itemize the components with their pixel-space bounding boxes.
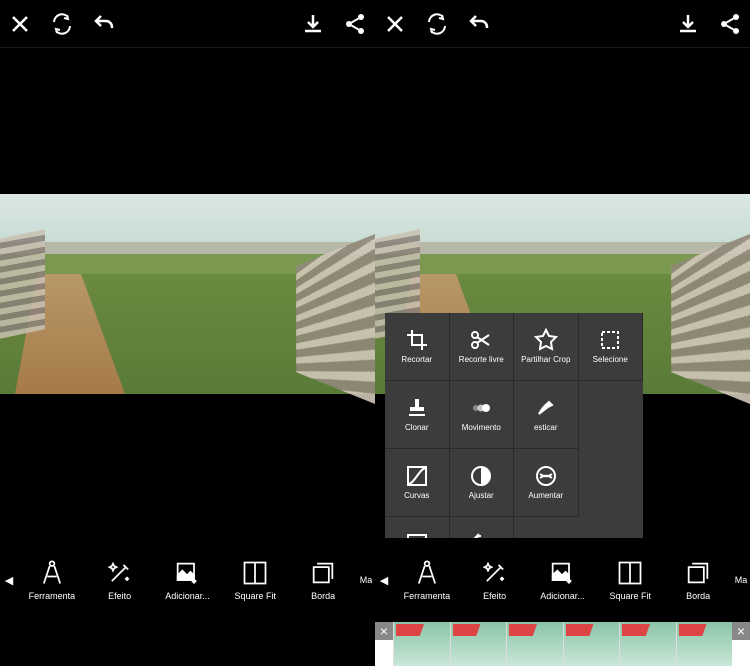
undo-icon[interactable] — [467, 12, 491, 36]
image-add-icon — [548, 559, 576, 587]
refresh-icon[interactable] — [50, 12, 74, 36]
ad-close-left-icon[interactable]: × — [375, 622, 393, 640]
image-add-icon — [173, 559, 201, 587]
scissors-icon — [469, 328, 493, 352]
wand-icon — [106, 559, 134, 587]
ad-close-right-icon[interactable]: × — [732, 622, 750, 640]
popup-recortar[interactable]: Recortar — [385, 313, 450, 381]
scroll-right-icon[interactable]: Ma — [357, 550, 375, 610]
scroll-left-icon[interactable]: ◀ — [375, 550, 393, 610]
popup-movimento[interactable]: Movimento — [450, 381, 515, 449]
topbar — [0, 0, 375, 48]
crop-icon — [405, 328, 429, 352]
popup-partilhar-crop[interactable]: Partilhar Crop — [514, 313, 579, 381]
select-icon — [598, 328, 622, 352]
square-fit-icon — [241, 559, 269, 587]
screen-right: Recortar Recorte livre Partilhar Crop Se… — [375, 0, 750, 622]
tool-adicionar[interactable]: Adicionar... — [532, 559, 592, 601]
flip-icon — [469, 532, 493, 538]
popup-recorte-livre[interactable]: Recorte livre — [450, 313, 515, 381]
close-icon[interactable] — [8, 12, 32, 36]
adjust-icon — [469, 464, 493, 488]
enhance-icon — [534, 464, 558, 488]
popup-inverter-girar[interactable]: Inverter / Girar — [450, 517, 515, 538]
wand-icon — [481, 559, 509, 587]
tool-borda[interactable]: Borda — [668, 559, 728, 601]
download-icon[interactable] — [676, 12, 700, 36]
curves-icon — [405, 464, 429, 488]
tools-popup: Recortar Recorte livre Partilhar Crop Se… — [385, 313, 643, 538]
popup-redimensionar[interactable]: Redimensionar — [385, 517, 450, 538]
resize-icon — [405, 532, 429, 538]
edited-photo — [0, 194, 375, 394]
popup-curvas[interactable]: Curvas — [385, 449, 450, 517]
tool-adicionar[interactable]: Adicionar... — [157, 559, 217, 601]
popup-clonar[interactable]: Clonar — [385, 381, 450, 449]
download-icon[interactable] — [301, 12, 325, 36]
tool-square-fit[interactable]: Square Fit — [225, 559, 285, 601]
tool-ferramenta[interactable]: Ferramenta — [397, 559, 457, 601]
bottom-toolbar: ◀ Ferramenta Efeito Adicionar... Square … — [375, 538, 750, 622]
bottom-toolbar: ◀ Ferramenta Efeito Adicionar... Square … — [0, 538, 375, 622]
popup-esticar[interactable]: esticar — [514, 381, 579, 449]
share-icon[interactable] — [718, 12, 742, 36]
screen-left: ◀ Ferramenta Efeito Adicionar... Square … — [0, 0, 375, 622]
topbar — [375, 0, 750, 48]
ad-banner: × × — [375, 622, 750, 666]
compass-icon — [413, 559, 441, 587]
canvas[interactable]: Recortar Recorte livre Partilhar Crop Se… — [375, 48, 750, 538]
canvas[interactable] — [0, 48, 375, 538]
scroll-left-icon[interactable]: ◀ — [0, 550, 18, 610]
scroll-right-icon[interactable]: Ma — [732, 550, 750, 610]
star-icon — [534, 328, 558, 352]
square-fit-icon — [616, 559, 644, 587]
popup-ajustar[interactable]: Ajustar — [450, 449, 515, 517]
tool-square-fit[interactable]: Square Fit — [600, 559, 660, 601]
undo-icon[interactable] — [92, 12, 116, 36]
tool-efeito[interactable]: Efeito — [465, 559, 525, 601]
tool-ferramenta[interactable]: Ferramenta — [22, 559, 82, 601]
ad-items[interactable] — [393, 622, 732, 666]
border-icon — [684, 559, 712, 587]
tool-borda[interactable]: Borda — [293, 559, 353, 601]
popup-selecione[interactable]: Selecione — [579, 313, 644, 381]
refresh-icon[interactable] — [425, 12, 449, 36]
share-icon[interactable] — [343, 12, 367, 36]
stamp-icon — [405, 396, 429, 420]
close-icon[interactable] — [383, 12, 407, 36]
tool-list: Ferramenta Efeito Adicionar... Square Fi… — [18, 559, 357, 601]
compass-icon — [38, 559, 66, 587]
tool-list: Ferramenta Efeito Adicionar... Square Fi… — [393, 559, 732, 601]
border-icon — [309, 559, 337, 587]
motion-icon — [469, 396, 493, 420]
stretch-icon — [534, 396, 558, 420]
popup-aumentar[interactable]: Aumentar — [514, 449, 579, 517]
tool-efeito[interactable]: Efeito — [90, 559, 150, 601]
